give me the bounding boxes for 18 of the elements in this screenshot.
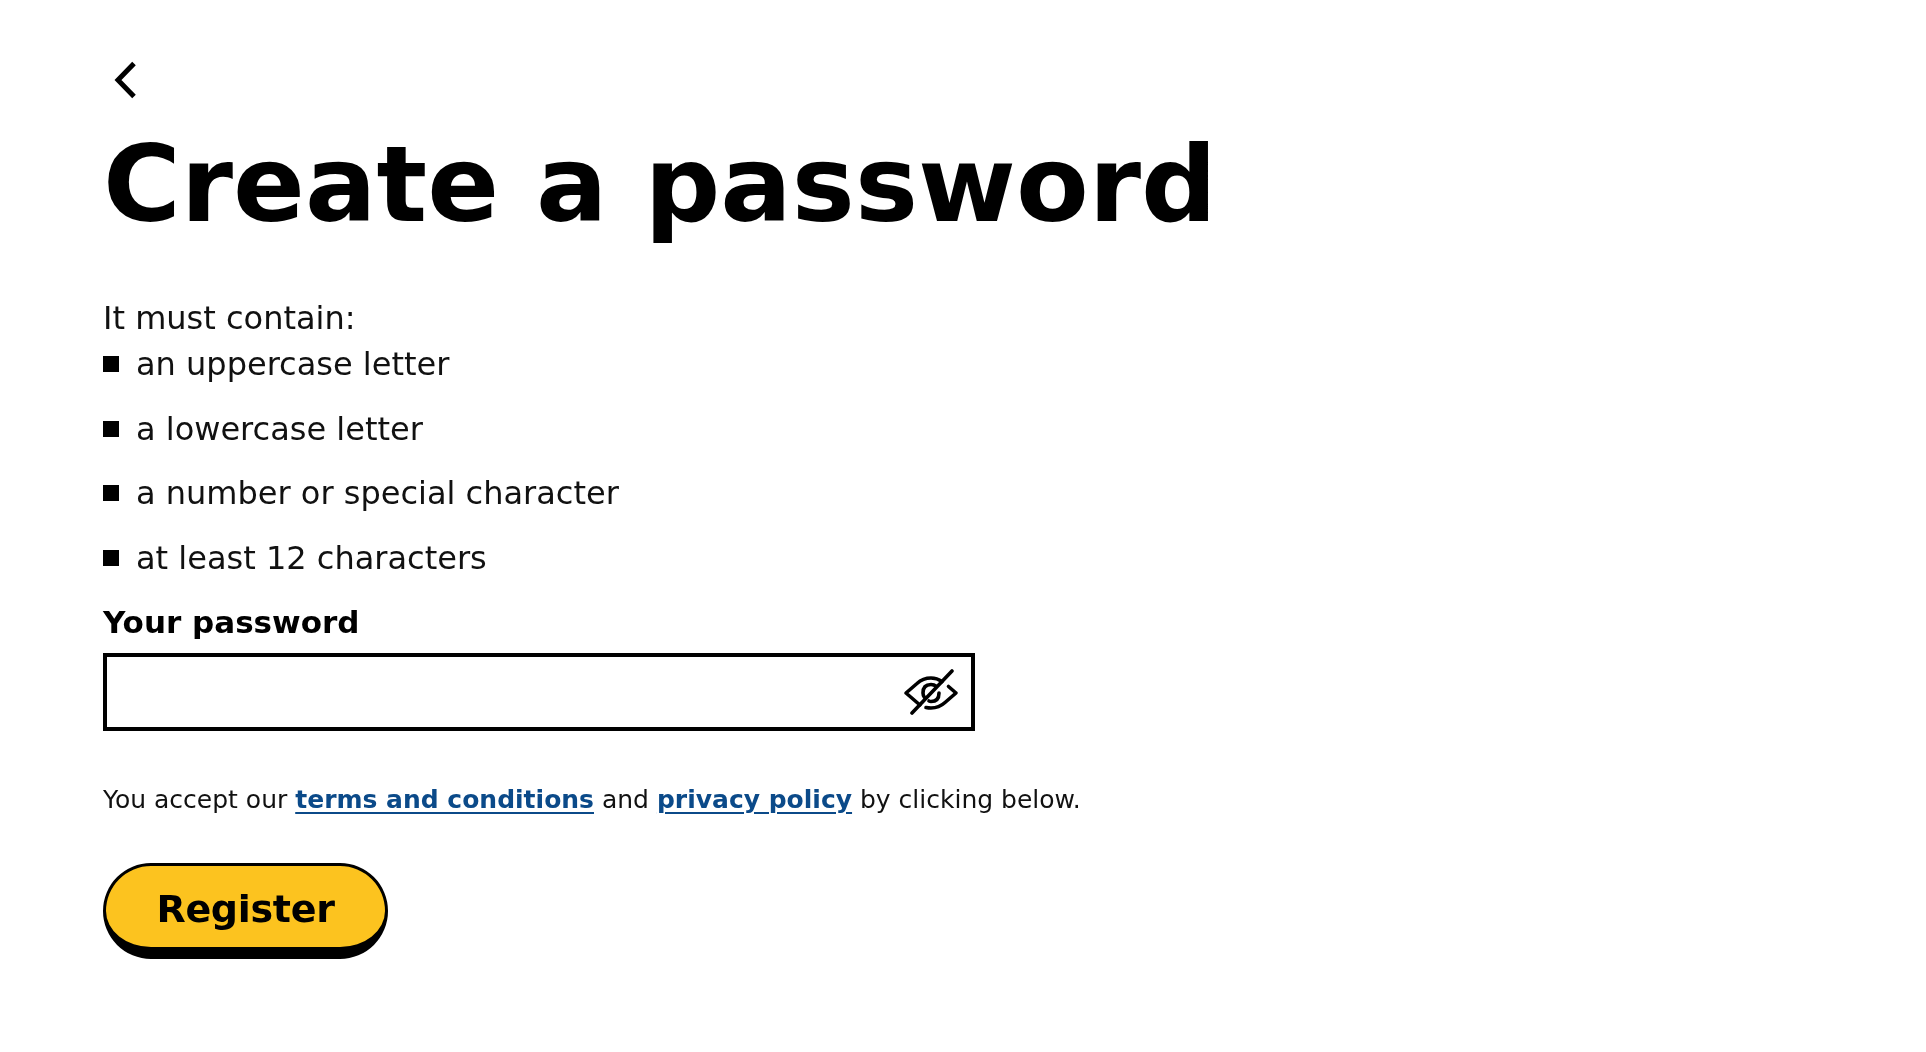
eye-slash-icon[interactable] (902, 668, 960, 715)
page-title: Create a password (103, 122, 1217, 248)
text-link[interactable]: terms and conditions (295, 784, 594, 814)
square-bullet-icon (103, 549, 119, 566)
requirement-text: a lowercase letter (136, 408, 423, 449)
chevron-left-icon[interactable] (113, 60, 139, 100)
requirement-text: at least 12 characters (136, 537, 487, 578)
password-field[interactable] (103, 652, 975, 731)
square-bullet-icon (103, 356, 119, 372)
field-label: Your password (103, 603, 360, 641)
text-link[interactable]: privacy policy (656, 784, 853, 814)
register-button[interactable]: Register (103, 862, 388, 959)
square-bullet-icon (103, 485, 119, 501)
requirement-text: an uppercase letter (136, 344, 450, 384)
square-bullet-icon (103, 420, 119, 437)
requirements-intro: It must contain: (103, 298, 356, 338)
consent-text: You accept our terms and conditions and privacy policy by clicking below. (103, 783, 1081, 815)
requirement-text: a number or special character (136, 473, 619, 513)
